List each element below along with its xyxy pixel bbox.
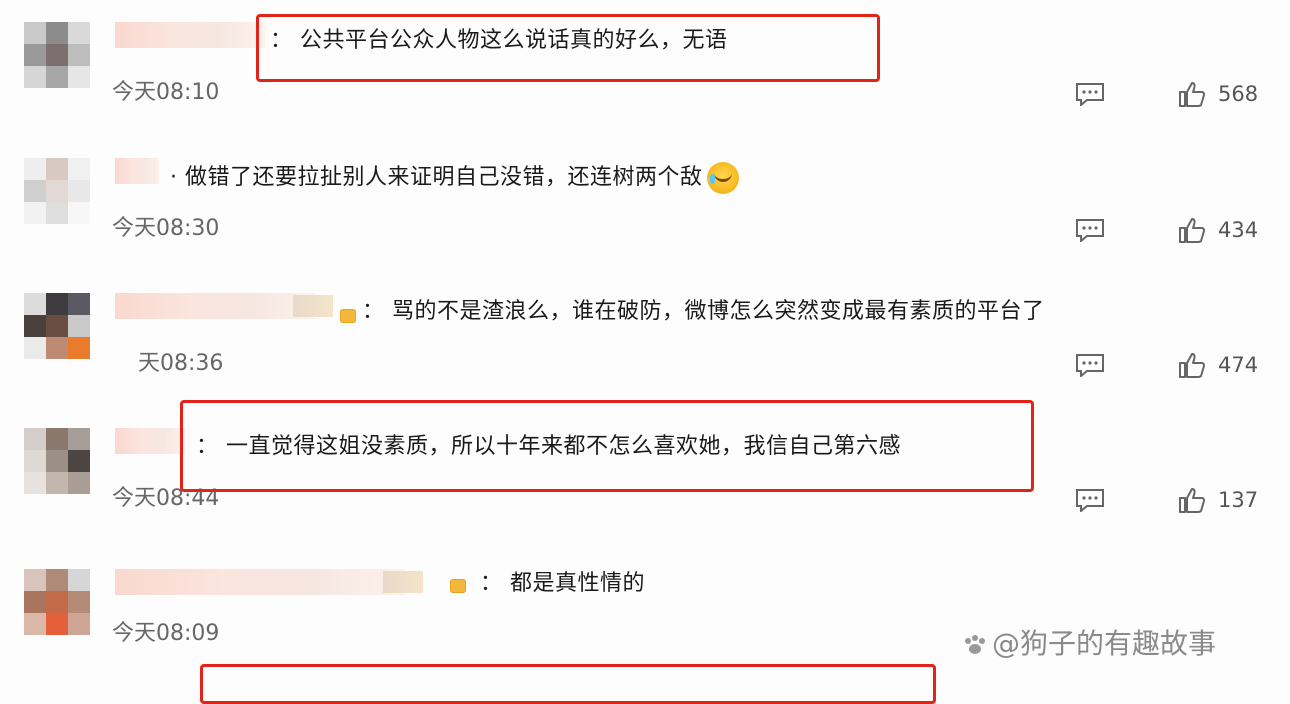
comment-text-content: · 做错了还要拉扯别人来证明自己没错，还连树两个敌 [170,165,703,190]
avatar[interactable] [24,158,90,224]
comment-text: ： 骂的不是渣浪么，谁在破防，微博怎么突然变成最有素质的平台了 [362,299,1045,324]
highlight-box [200,664,936,704]
watermark-text: @狗子的有趣故事 [992,627,1217,660]
comment-item: · 做错了还要拉扯别人来证明自己没错，还连树两个敌 今天08:30 434 [0,136,1290,270]
thumbs-up-icon[interactable] [1178,351,1206,379]
comment-icon[interactable] [1075,353,1105,377]
username-blurred[interactable] [115,428,185,454]
avatar[interactable] [24,22,90,88]
username-blurred[interactable] [115,293,333,319]
comment-text: · 做错了还要拉扯别人来证明自己没错，还连树两个敌 [170,162,739,194]
vip-badge-icon [340,309,356,323]
paw-icon [965,635,985,654]
highlight-box [180,400,1034,492]
watermark: @狗子的有趣故事 [962,622,1216,662]
thumbs-up-icon[interactable] [1178,80,1206,108]
like-count: 568 [1218,82,1259,106]
comment-icon[interactable] [1075,82,1105,106]
comment-time: 今天08:10 [112,80,220,105]
username-blurred[interactable] [115,22,265,48]
avatar[interactable] [24,569,90,635]
like-count: 474 [1218,353,1259,377]
comment-icon[interactable] [1075,488,1105,512]
comment-item: ： 骂的不是渣浪么，谁在破防，微博怎么突然变成最有素质的平台了 天08:36 4… [0,271,1290,405]
username-blurred[interactable] [115,569,423,595]
username-blurred[interactable] [115,158,159,184]
laughing-crying-emoji-icon [706,162,739,194]
avatar[interactable] [24,293,90,359]
thumbs-up-icon[interactable] [1178,486,1206,514]
vip-badge-icon [450,579,466,593]
comment-text: ： 都是真性情的 [480,571,645,596]
comment-time: 今天08:30 [112,216,220,241]
avatar[interactable] [24,428,90,494]
highlight-box [256,14,880,82]
comment-time: 天08:36 [138,351,224,376]
comment-time: 今天08:09 [112,621,220,646]
like-count: 137 [1218,488,1259,512]
comment-icon[interactable] [1075,218,1105,242]
thumbs-up-icon[interactable] [1178,216,1206,244]
username-blurred-tail [293,295,333,317]
like-count: 434 [1218,218,1259,242]
username-blurred-tail [383,571,423,593]
